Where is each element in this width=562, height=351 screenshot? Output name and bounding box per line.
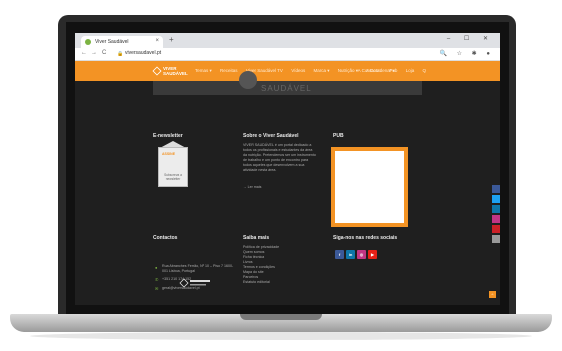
laptop-mockup: Viver Saudável × + – ☐ ✕ ← → C 🔒 viversa… <box>0 0 562 351</box>
envelope-label: ASSINE <box>162 152 176 156</box>
scroll-to-top-button[interactable]: ^ <box>489 291 496 298</box>
footer-link[interactable]: Estatuto editorial <box>243 280 270 285</box>
contact-email[interactable]: geral@viversaudavel.pt <box>162 286 200 291</box>
pub-title: PUB <box>333 133 344 139</box>
site-header: VIVER SAUDÁVEL Temas ▾ Receitas Viver Sa… <box>75 61 500 81</box>
browser-window: Viver Saudável × + – ☐ ✕ ← → C 🔒 viversa… <box>75 33 500 305</box>
back-button[interactable]: ← <box>81 50 87 56</box>
menu-item-pub[interactable]: Pub <box>389 68 397 73</box>
ad-banner[interactable] <box>331 147 408 227</box>
twitter-share-icon[interactable] <box>492 195 500 203</box>
youtube-icon[interactable]: ▶ <box>368 250 377 259</box>
url-field[interactable]: 🔒 viversaudavel.pt <box>117 50 161 59</box>
facebook-share-icon[interactable] <box>492 185 500 193</box>
lock-icon: 🔒 <box>117 51 124 57</box>
facebook-icon[interactable]: f <box>335 250 344 259</box>
hero-text: SAUDÁVEL <box>261 84 312 93</box>
url-text: viversaudavel.pt <box>125 50 162 56</box>
reload-button[interactable]: C <box>102 50 106 56</box>
search-icon[interactable]: Q <box>422 68 426 73</box>
site-footer: E-newsletter ASSINE Subscreva a newslett… <box>75 95 500 305</box>
tab-bar: Viver Saudável × + – ☐ ✕ <box>75 33 500 48</box>
address-bar: ← → C 🔒 viversaudavel.pt 🔍 ☆ ✱ ● <box>75 48 500 61</box>
window-controls[interactable]: – ☐ ✕ <box>447 35 494 42</box>
menu-item-contactar[interactable]: A Contactar <box>358 68 382 73</box>
new-tab-button[interactable]: + <box>169 35 174 44</box>
logo-mark-icon <box>152 66 162 76</box>
linkedin-icon[interactable]: in <box>346 250 355 259</box>
contact-address: Rua Abranches Ferrão, Nº 10 – Piso 7 160… <box>162 264 234 273</box>
linkedin-share-icon[interactable] <box>492 205 500 213</box>
favicon-icon <box>85 39 91 45</box>
menu-item-videos[interactable]: Vídeos <box>291 68 305 73</box>
about-title: Sobre o Viver Saudável <box>243 133 299 139</box>
location-icon: ● <box>155 265 158 270</box>
newsletter-subscribe-link[interactable]: Subscreva a newsletter <box>161 173 185 181</box>
newsletter-title: E-newsletter <box>153 133 183 139</box>
pinterest-share-icon[interactable] <box>492 225 500 233</box>
links-title: Saiba mais <box>243 235 270 241</box>
laptop-shadow <box>30 332 532 340</box>
site-logo[interactable]: VIVER SAUDÁVEL <box>152 66 188 76</box>
email-icon: ✉ <box>155 286 159 291</box>
contacts-title: Contactos <box>153 235 178 241</box>
contact-phone[interactable]: +351 210 174 152 <box>162 277 191 282</box>
laptop-notch <box>240 314 322 320</box>
tab-viver-saudavel[interactable]: Viver Saudável × <box>81 36 163 48</box>
social-title: Siga-nos nas redes sociais <box>333 235 398 241</box>
forward-button[interactable]: → <box>91 50 97 56</box>
floating-share-bar <box>492 185 500 245</box>
about-read-more-link[interactable]: → Ler mais <box>243 185 261 190</box>
hero-banner: SAUDÁVEL <box>153 71 422 95</box>
menu-item-receitas[interactable]: Receitas <box>220 68 238 73</box>
print-share-icon[interactable] <box>492 235 500 243</box>
instagram-share-icon[interactable] <box>492 215 500 223</box>
logo-line2: SAUDÁVEL <box>163 71 188 76</box>
tab-title: Viver Saudável <box>95 39 129 45</box>
menu-item-marca[interactable]: Marca ▾ <box>313 68 329 73</box>
menu-item-loja[interactable]: Loja <box>406 68 415 73</box>
about-text: VIVER SAUDÁVEL é um portal dedicado a to… <box>243 143 316 172</box>
address-bar-icons[interactable]: 🔍 ☆ ✱ ● <box>439 50 494 57</box>
hero-logo-circle <box>239 71 257 89</box>
secondary-menu: A Contactar Pub Loja Q <box>351 68 426 73</box>
instagram-icon[interactable]: ◎ <box>357 250 366 259</box>
phone-icon: ✆ <box>155 277 159 282</box>
tab-close-icon[interactable]: × <box>155 38 159 44</box>
menu-item-temas[interactable]: Temas ▾ <box>195 68 212 73</box>
